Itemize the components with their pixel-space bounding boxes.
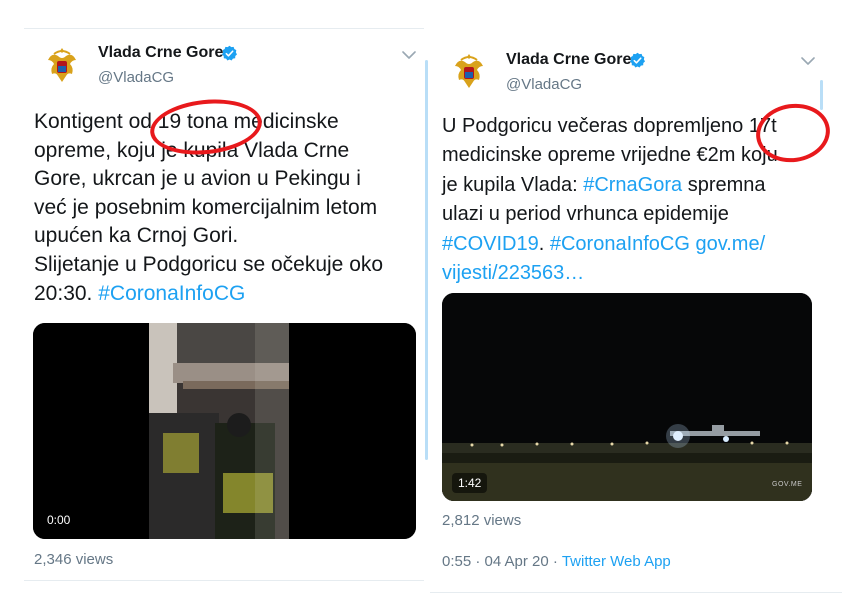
text-line: medicinske opreme vrijedne €2m koju (442, 141, 778, 170)
text-line: Kontigent od 19 tona medicinske (34, 108, 383, 137)
tweet-text: Kontigent od 19 tona medicinske opreme, … (34, 108, 383, 308)
verified-badge-icon (221, 45, 238, 61)
bottom-divider (430, 592, 842, 593)
text-segment: spremna (682, 173, 766, 196)
text-line: ulazi u period vrhunca epidemije (442, 200, 778, 229)
chevron-down-icon[interactable] (801, 56, 815, 66)
avatar[interactable] (445, 48, 493, 96)
hashtag-link[interactable]: #CoronaInfoCG (550, 233, 690, 255)
video-duration-badge: 1:42 (452, 473, 488, 493)
tweet-text: U Podgoricu večeras dopremljeno 17t medi… (442, 112, 778, 288)
handle[interactable]: @VladaCG (506, 76, 582, 93)
text-segment: Kontigent od 19 tona medicinske (34, 110, 339, 133)
url-link[interactable]: gov.me/ (695, 233, 765, 255)
video-watermark: GOV.ME (772, 481, 803, 488)
text-segment: 20:30. (34, 281, 99, 305)
display-name[interactable]: Vlada Crne Gore (506, 51, 631, 69)
text-segment: Gore, ukrcan je u avion u Pekingu i (34, 167, 361, 191)
text-segment: Slijetanje u Podgoricu se očekuje oko (34, 252, 384, 276)
text-line: 20:30. #CoronaInfoCG (34, 280, 383, 309)
top-divider (24, 28, 424, 29)
text-line: Slijetanje u Podgoricu se očekuje oko (34, 251, 383, 280)
text-segment: . (538, 232, 550, 255)
text-line: Gore, ukrcan je u avion u Pekingu i (34, 165, 383, 194)
text-line: U Podgoricu večeras dopremljeno 17t (442, 112, 778, 141)
coat-of-arms-icon (48, 48, 76, 82)
video-player[interactable]: 1:42 GOV.ME (442, 293, 812, 501)
tweet-card-left[interactable]: Vlada Crne Gore @VladaCG Kontigent od 19… (0, 0, 426, 595)
bottom-divider (24, 580, 424, 581)
text-segment: upućen ka Crnoj Gori. (34, 224, 239, 248)
text-line: je kupila Vlada: #CrnaGora spremna (442, 171, 778, 200)
text-line: već je posebnim komercijalnim letom (34, 194, 383, 223)
display-name[interactable]: Vlada Crne Gore (98, 44, 223, 62)
video-timestamp: 0:00 (47, 513, 71, 527)
video-frame-airport (33, 323, 416, 539)
text-line: opreme, koju je kupila Vlada Crne (34, 137, 383, 166)
scrollbar[interactable] (425, 60, 428, 460)
avatar[interactable] (38, 42, 86, 90)
tweet-card-right[interactable]: Vlada Crne Gore @VladaCG U Podgoricu več… (430, 0, 842, 595)
scrollbar[interactable] (820, 80, 823, 110)
coat-of-arms-icon (455, 54, 483, 88)
hashtag-link[interactable]: #CrnaGora (583, 174, 682, 196)
video-player[interactable]: 0:00 (33, 323, 416, 539)
text-segment: opreme, koju je kupila Vlada Crne (34, 138, 350, 162)
video-frame-runway-night (442, 293, 812, 501)
text-segment: medicinske opreme vrijedne €2m koju (442, 144, 778, 167)
text-line: vijesti/223563… (442, 259, 778, 288)
timestamp[interactable]: 0:55 · 04 Apr 20 · (442, 553, 562, 570)
view-count[interactable]: 2,346 views (34, 551, 113, 568)
text-segment: ulazi u period vrhunca epidemije (442, 203, 729, 226)
hashtag-link[interactable]: #CoronaInfoCG (98, 282, 245, 305)
hashtag-link[interactable]: #COVID19 (442, 233, 539, 255)
chevron-down-icon[interactable] (402, 50, 416, 60)
text-segment: U Podgoricu večeras dopremljeno 17t (442, 115, 777, 137)
handle[interactable]: @VladaCG (98, 69, 174, 86)
text-line: upućen ka Crnoj Gori. (34, 222, 383, 251)
view-count[interactable]: 2,812 views (442, 512, 521, 529)
text-line: #COVID19. #CoronaInfoCG gov.me/ (442, 230, 778, 259)
tweet-meta: 0:55 · 04 Apr 20 · Twitter Web App (442, 553, 671, 570)
source-app-link[interactable]: Twitter Web App (562, 553, 671, 570)
text-segment: je kupila Vlada: (442, 173, 584, 196)
url-link[interactable]: vijesti/223563… (442, 262, 584, 284)
text-segment: već je posebnim komercijalnim letom (34, 195, 378, 219)
verified-badge-icon (629, 52, 646, 68)
